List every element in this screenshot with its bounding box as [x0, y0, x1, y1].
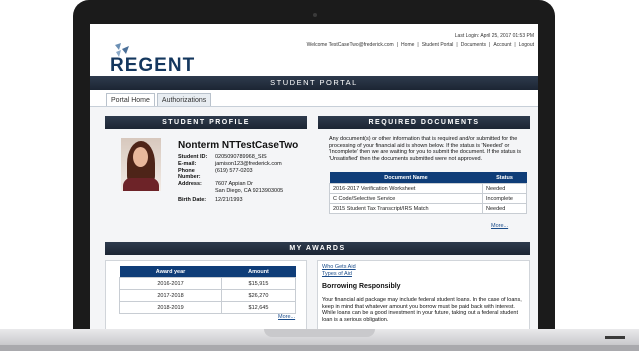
profile-details: Student ID: 0205090789968_SIS E-mail: jami…: [178, 154, 283, 204]
my-awards-header: MY AWARDS: [105, 242, 530, 255]
doc-name-header: Document Name: [329, 172, 483, 184]
required-docs-intro: Any document(s) or other information tha…: [329, 136, 521, 162]
table-row: 2016-2017 $15,915: [119, 277, 296, 290]
student-photo: [121, 138, 161, 191]
award-year: 2016-2017: [119, 277, 222, 290]
types-of-aid-link[interactable]: Types of Aid: [322, 271, 356, 278]
who-gets-aid-link[interactable]: Who Gets Aid: [322, 264, 356, 271]
awards-table: Award year Amount 2016-2017 $15,915 2017-2…: [119, 266, 296, 314]
aid-info-box: Who Gets Aid Types of Aid Borrowing Resp…: [317, 260, 530, 332]
doc-status: Needed: [482, 183, 527, 194]
table-row: C Code/Selective Service Incomplete: [329, 193, 527, 204]
address-line2: San Diego, CA 9213903005: [215, 188, 284, 194]
borrowing-text: Your financial aid package may include f…: [322, 297, 522, 323]
student-id-label: Student ID:: [178, 154, 208, 160]
table-row: 2018-2019 $12,645: [119, 301, 296, 314]
award-amount-header: Amount: [221, 266, 296, 278]
student-profile-header: STUDENT PROFILE: [105, 116, 307, 129]
address-label: Address:: [178, 181, 202, 187]
camera-dot: [313, 13, 317, 17]
required-documents-header: REQUIRED DOCUMENTS: [318, 116, 530, 129]
documents-table: Document Name Status 2016-2017 Verificati…: [329, 172, 527, 214]
birth-date-label: Birth Date:: [178, 197, 207, 203]
address-label-blank: [178, 188, 215, 194]
laptop-edge-mark: [605, 336, 625, 339]
laptop-notch: [264, 329, 375, 337]
doc-name: 2015 Student Tax Transcript/IRS Match: [329, 203, 483, 214]
email-value: jamison123@frederick.com: [215, 161, 282, 167]
phone-label: Phone Number:: [178, 168, 201, 180]
table-row: 2015 Student Tax Transcript/IRS Match Nee…: [329, 203, 527, 214]
award-year: 2017-2018: [119, 289, 222, 302]
awards-more-link[interactable]: More...: [278, 314, 295, 320]
award-year: 2018-2019: [119, 301, 222, 314]
award-year-header: Award year: [119, 266, 222, 278]
birth-date-value: 12/21/1993: [215, 197, 243, 203]
award-amount: $26,270: [221, 289, 296, 302]
documents-more-link[interactable]: More...: [491, 223, 508, 229]
doc-status-header: Status: [482, 172, 527, 184]
student-id-value: 0205090789968_SIS: [215, 154, 267, 160]
aid-links: Who Gets Aid Types of Aid: [322, 264, 356, 278]
doc-status: Incomplete: [482, 193, 527, 204]
doc-status: Needed: [482, 203, 527, 214]
borrowing-heading: Borrowing Responsibly: [322, 283, 401, 290]
student-name: Nonterm NTTestCaseTwo: [178, 140, 299, 151]
table-row: 2017-2018 $26,270: [119, 289, 296, 302]
table-row: 2016-2017 Verification Worksheet Needed: [329, 183, 527, 194]
email-label: E-mail:: [178, 161, 197, 167]
laptop-base-edge: [0, 345, 639, 351]
doc-name: 2016-2017 Verification Worksheet: [329, 183, 483, 194]
doc-name: C Code/Selective Service: [329, 193, 483, 204]
award-amount: $15,915: [221, 277, 296, 290]
phone-value: (619) 577-0203: [215, 168, 253, 174]
award-amount: $12,645: [221, 301, 296, 314]
address-line1: 7607 Appian Dr: [215, 181, 253, 187]
